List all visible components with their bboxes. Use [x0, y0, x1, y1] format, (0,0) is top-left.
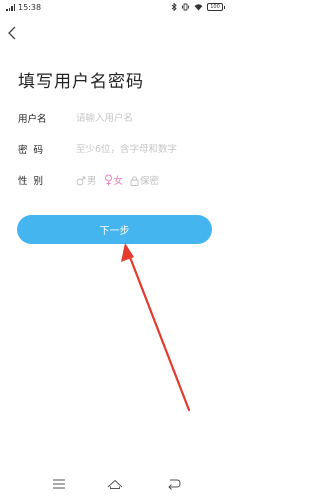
battery-icon: 100: [207, 3, 225, 11]
bluetooth-icon: [171, 3, 177, 11]
lock-icon: [130, 175, 139, 186]
back-icon: [8, 26, 16, 40]
status-left: 15:38: [6, 3, 41, 12]
username-row: 用户名: [18, 108, 218, 128]
gender-option-female[interactable]: 女: [104, 173, 124, 187]
password-input[interactable]: [76, 143, 214, 155]
status-bar: 15:38 100: [0, 0, 230, 18]
gender-options: 男 女 保密: [76, 173, 159, 187]
password-row: 密 码: [18, 139, 218, 159]
home-icon: [107, 479, 123, 489]
username-label: 用户名: [18, 114, 47, 125]
back-nav-button[interactable]: [165, 476, 183, 492]
signal-icon: [6, 4, 15, 11]
gender-male-label: 男: [87, 176, 97, 187]
page-title: 填写用户名密码: [18, 72, 144, 92]
gender-option-male[interactable]: 男: [76, 173, 97, 187]
home-button[interactable]: [106, 476, 124, 492]
gender-label: 性 别: [18, 176, 44, 187]
back-nav-icon: [168, 479, 181, 490]
male-icon: [76, 176, 86, 185]
female-icon: [104, 174, 112, 186]
gender-row: 性 别 男 女 保密: [18, 170, 218, 190]
back-button[interactable]: [5, 24, 21, 42]
username-input[interactable]: [76, 112, 214, 124]
menu-icon: [53, 479, 65, 489]
vibrate-icon: [182, 3, 189, 11]
next-button[interactable]: 下一步: [17, 215, 212, 244]
gender-secret-label: 保密: [140, 176, 160, 187]
menu-button[interactable]: [50, 476, 68, 492]
wifi-icon: [194, 4, 203, 11]
nav-bar: [0, 470, 230, 498]
password-label: 密 码: [18, 145, 44, 156]
status-time: 15:38: [18, 3, 42, 12]
gender-option-secret[interactable]: 保密: [130, 173, 159, 187]
gender-female-label: 女: [113, 176, 124, 187]
status-right: 100: [171, 3, 225, 11]
